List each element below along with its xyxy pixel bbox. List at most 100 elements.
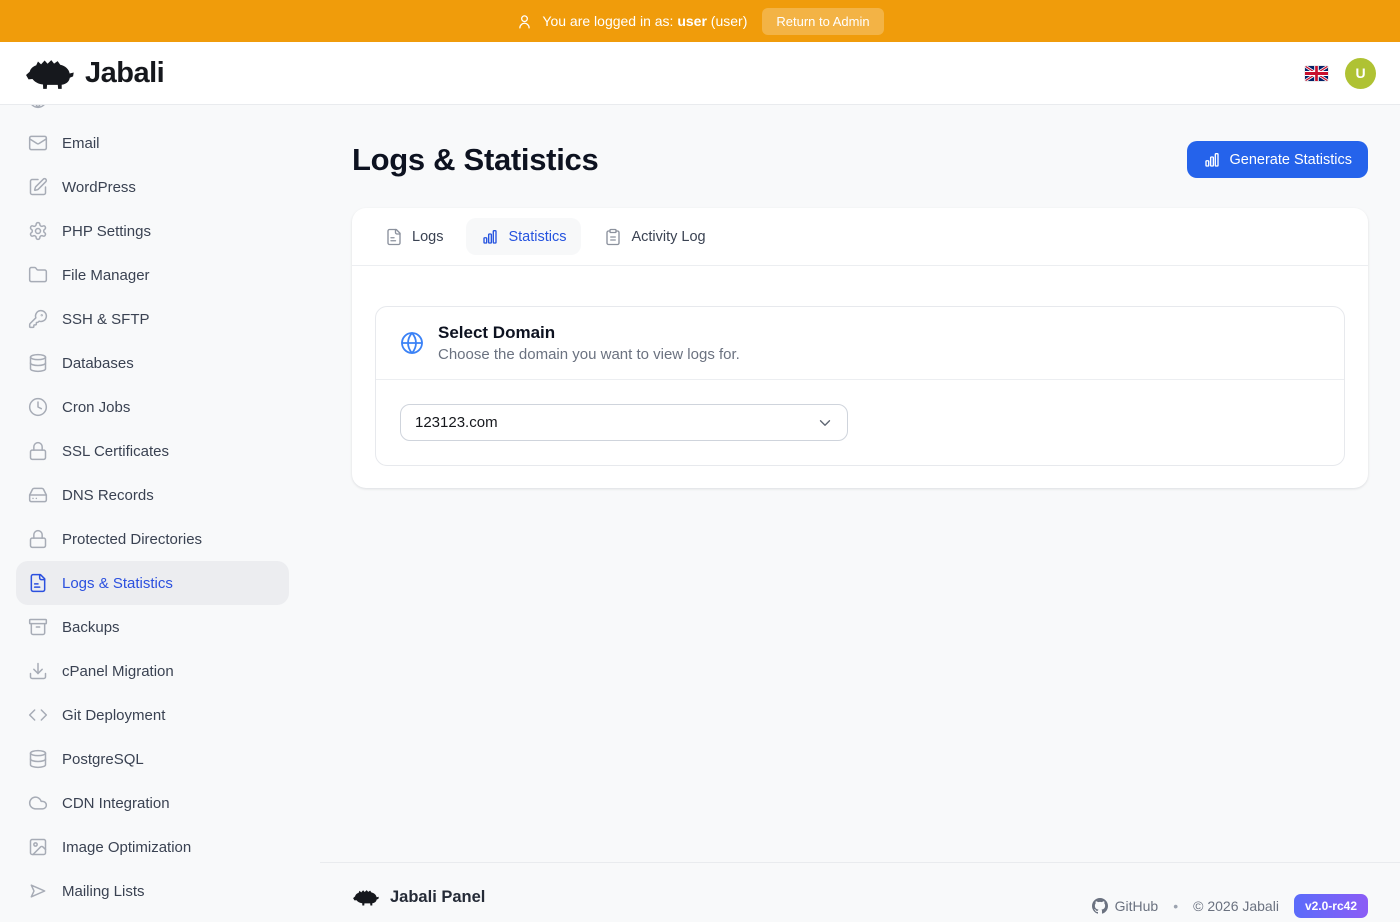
sidebar-item-cron-jobs[interactable]: Cron Jobs	[16, 385, 289, 429]
globe-icon	[28, 105, 48, 109]
tab-activity-log[interactable]: Activity Log	[589, 218, 720, 255]
generate-statistics-button[interactable]: Generate Statistics	[1187, 141, 1369, 178]
mail-icon	[28, 133, 48, 153]
sidebar-item-php-settings[interactable]: PHP Settings	[16, 209, 289, 253]
sidebar-item-label: WordPress	[62, 179, 136, 196]
sidebar-item-label: Email	[62, 135, 100, 152]
return-to-admin-button[interactable]: Return to Admin	[762, 8, 883, 35]
sidebar-item-backups[interactable]: Backups	[16, 605, 289, 649]
sidebar-item-git-deployment[interactable]: Git Deployment	[16, 693, 289, 737]
globe-icon	[400, 331, 424, 355]
brand-title: Jabali	[85, 57, 164, 90]
logs-card: Logs Statistics Activity Log Select Do	[352, 208, 1368, 488]
sidebar-item-label: Backups	[62, 619, 120, 636]
generate-statistics-label: Generate Statistics	[1230, 152, 1353, 168]
bar-chart-icon	[1203, 151, 1221, 169]
sidebar-item-partial[interactable]	[16, 105, 289, 121]
app-header: Jabali U	[0, 42, 1400, 105]
clipboard-icon	[604, 228, 622, 246]
lock-icon	[28, 529, 48, 549]
tab-logs[interactable]: Logs	[370, 218, 458, 255]
version-badge: v2.0-rc42	[1294, 894, 1368, 918]
header-actions: U	[1305, 58, 1376, 89]
sidebar-item-label: cPanel Migration	[62, 663, 174, 680]
person-icon	[516, 13, 533, 30]
tab-label: Activity Log	[631, 229, 705, 245]
select-domain-description: Choose the domain you want to view logs …	[438, 346, 740, 363]
sidebar-item-label: File Manager	[62, 267, 150, 284]
sidebar-item-postgresql[interactable]: PostgreSQL	[16, 737, 289, 781]
sidebar-item-email[interactable]: Email	[16, 121, 289, 165]
sidebar-item-label: Git Deployment	[62, 707, 165, 724]
brand-link[interactable]: Jabali	[24, 55, 164, 91]
language-uk-flag-icon[interactable]	[1305, 66, 1328, 81]
sidebar-item-label: Databases	[62, 355, 134, 372]
tab-bar: Logs Statistics Activity Log	[352, 208, 1368, 266]
sidebar-item-label: Logs & Statistics	[62, 575, 173, 592]
code-icon	[28, 705, 48, 725]
page-title: Logs & Statistics	[352, 142, 598, 178]
sidebar-item-label: SSL Certificates	[62, 443, 169, 460]
sidebar-item-label: Protected Directories	[62, 531, 202, 548]
sidebar-item-label: Cron Jobs	[62, 399, 130, 416]
cloud-icon	[28, 793, 48, 813]
sidebar-item-label: DNS Records	[62, 487, 154, 504]
footer-brand-group: Jabali Panel	[352, 883, 485, 911]
logged-in-role: (user)	[711, 13, 748, 29]
user-avatar[interactable]: U	[1345, 58, 1376, 89]
sidebar-item-label: Mailing Lists	[62, 883, 145, 900]
select-domain-header: Select Domain Choose the domain you want…	[376, 307, 1344, 380]
key-icon	[28, 309, 48, 329]
sidebar-item-label: Image Optimization	[62, 839, 191, 856]
sidebar-item-logs-statistics[interactable]: Logs & Statistics	[16, 561, 289, 605]
sidebar-item-mailing-lists[interactable]: Mailing Lists	[16, 869, 289, 900]
database-icon	[28, 749, 48, 769]
domain-select-value: 123123.com	[415, 414, 498, 431]
file-text-icon	[28, 573, 48, 593]
impersonation-bar: You are logged in as: user (user) Return…	[0, 0, 1400, 42]
sidebar-item-cpanel-migration[interactable]: cPanel Migration	[16, 649, 289, 693]
tab-label: Logs	[412, 229, 443, 245]
sidebar-item-file-manager[interactable]: File Manager	[16, 253, 289, 297]
archive-icon	[28, 617, 48, 637]
sidebar-item-label: PHP Settings	[62, 223, 151, 240]
gear-icon	[28, 221, 48, 241]
send-icon	[28, 881, 48, 900]
select-domain-body: 123123.com	[376, 380, 1344, 465]
sidebar-item-label: PostgreSQL	[62, 751, 144, 768]
tab-statistics[interactable]: Statistics	[466, 218, 581, 255]
sidebar-item-label: CDN Integration	[62, 795, 170, 812]
lock-icon	[28, 441, 48, 461]
sidebar-item-label: SSH & SFTP	[62, 311, 150, 328]
select-domain-card: Select Domain Choose the domain you want…	[375, 306, 1345, 466]
sidebar-item-dns-records[interactable]: DNS Records	[16, 473, 289, 517]
statistics-panel: Select Domain Choose the domain you want…	[352, 266, 1368, 488]
sidebar-item-cdn-integration[interactable]: CDN Integration	[16, 781, 289, 825]
sidebar-item-protected-directories[interactable]: Protected Directories	[16, 517, 289, 561]
sidebar-item-databases[interactable]: Databases	[16, 341, 289, 385]
main-content: Logs & Statistics Generate Statistics Lo…	[320, 105, 1400, 900]
app-shell: Email WordPress PHP Settings File Manage…	[0, 105, 1400, 900]
tab-label: Statistics	[508, 229, 566, 245]
sidebar-nav: Email WordPress PHP Settings File Manage…	[16, 105, 289, 900]
logged-in-message: You are logged in as: user (user)	[516, 13, 747, 30]
sidebar-item-image-optimization[interactable]: Image Optimization	[16, 825, 289, 869]
file-text-icon	[385, 228, 403, 246]
edit-icon	[28, 177, 48, 197]
sidebar-item-ssl-certificates[interactable]: SSL Certificates	[16, 429, 289, 473]
download-icon	[28, 661, 48, 681]
sidebar-item-ssh-sftp[interactable]: SSH & SFTP	[16, 297, 289, 341]
bar-chart-icon	[481, 228, 499, 246]
jabali-boar-logo-icon	[352, 887, 380, 907]
page-header: Logs & Statistics Generate Statistics	[352, 141, 1368, 178]
footer-meta: GitHub • © 2026 Jabali v2.0-rc42	[1092, 889, 1368, 922]
footer: Jabali Panel GitHub • © 2026 Jabali v2.0…	[320, 862, 1400, 922]
sidebar-item-wordpress[interactable]: WordPress	[16, 165, 289, 209]
footer-brand-title: Jabali Panel	[390, 888, 485, 907]
sidebar: Email WordPress PHP Settings File Manage…	[0, 105, 320, 900]
domain-select[interactable]: 123123.com	[400, 404, 848, 441]
database-icon	[28, 353, 48, 373]
server-icon	[28, 485, 48, 505]
image-icon	[28, 837, 48, 857]
clock-icon	[28, 397, 48, 417]
